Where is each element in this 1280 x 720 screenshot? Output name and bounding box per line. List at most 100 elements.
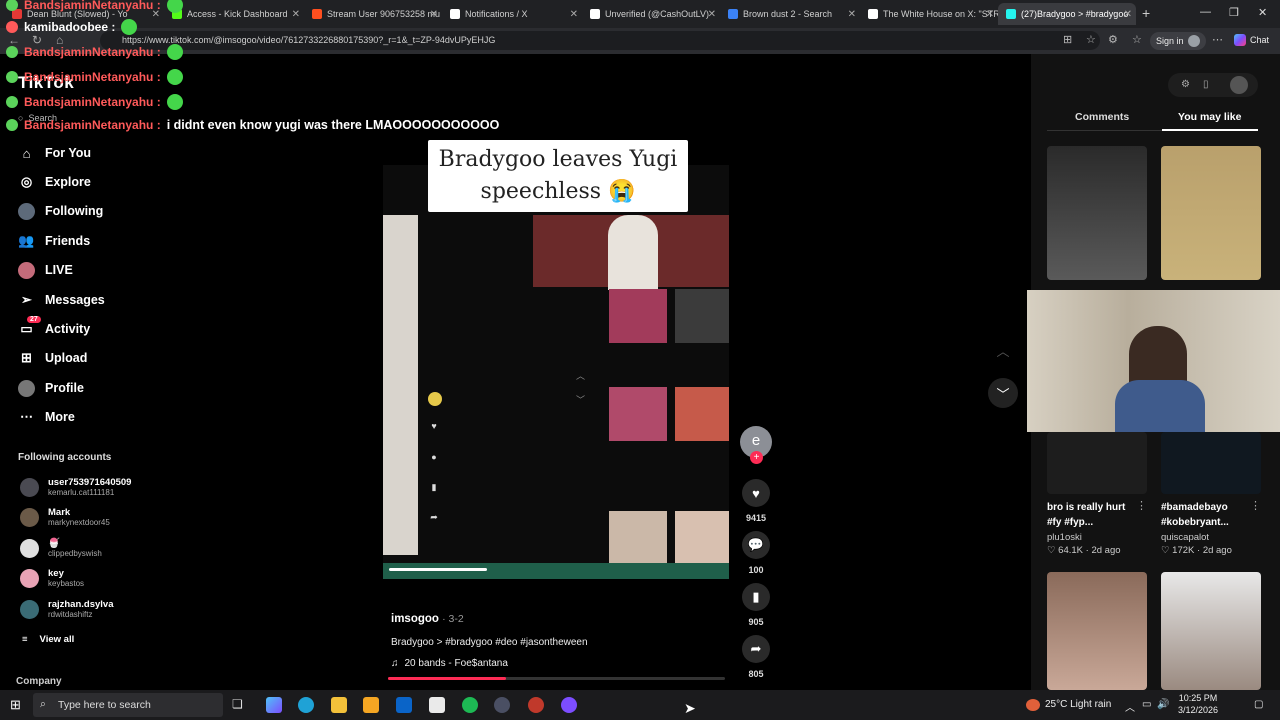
recommended-video-thumbnail[interactable] bbox=[1161, 572, 1261, 690]
share-button[interactable]: ➦ bbox=[742, 635, 770, 663]
chevron-down-icon: ﹀ bbox=[576, 395, 586, 405]
close-window-icon[interactable]: ✕ bbox=[1258, 6, 1267, 19]
notifications-icon[interactable]: ▢ bbox=[1254, 699, 1263, 710]
following-account[interactable]: key keybastos bbox=[20, 568, 84, 589]
more-options-icon[interactable]: ⋮ bbox=[1136, 499, 1147, 512]
copilot-chat-button[interactable]: Chat bbox=[1234, 34, 1269, 46]
browser-tab[interactable]: Notifications / X ✕ bbox=[442, 3, 582, 25]
sign-in-label: Sign in bbox=[1156, 36, 1184, 46]
view-all-link[interactable]: ≡ View all bbox=[22, 634, 74, 645]
sign-in-button[interactable]: Sign in bbox=[1150, 32, 1206, 50]
tab-comments[interactable]: Comments bbox=[1075, 111, 1129, 123]
recommended-video-thumbnail[interactable] bbox=[1047, 432, 1147, 494]
app-icon[interactable] bbox=[494, 697, 510, 713]
close-tab-icon[interactable]: ✕ bbox=[986, 9, 994, 20]
user-avatar[interactable] bbox=[1230, 76, 1248, 94]
settings-icon[interactable]: ⚙ bbox=[1181, 79, 1190, 90]
nav-following[interactable]: Following bbox=[18, 201, 103, 221]
nav-activity[interactable]: ▭ 27 Activity bbox=[18, 315, 90, 339]
recommended-video-thumbnail[interactable] bbox=[1161, 432, 1261, 494]
phone-icon[interactable]: ▯ bbox=[1203, 79, 1209, 90]
windows-start-icon[interactable]: ⊞ bbox=[10, 697, 21, 713]
browser-tab[interactable]: Stream User 906753258 mu ✕ bbox=[304, 3, 442, 25]
browser-tab[interactable]: The White House on X: "STR ✕ bbox=[860, 3, 998, 25]
save-button[interactable]: ▮ bbox=[742, 583, 770, 611]
more-options-icon[interactable]: ⋮ bbox=[1250, 499, 1261, 512]
address-bar[interactable]: https://www.tiktok.com/@imsogoo/video/76… bbox=[100, 31, 1100, 50]
nav-messages[interactable]: ➢ Messages bbox=[18, 290, 105, 310]
tray-chevron-icon[interactable]: ︿ bbox=[1125, 699, 1135, 714]
card-title[interactable]: #bamadebayo #kobebryant... bbox=[1161, 500, 1253, 530]
file-explorer-icon[interactable] bbox=[331, 697, 347, 713]
music-link[interactable]: ♫ 20 bands - Foe$antana bbox=[391, 658, 508, 669]
mail-icon[interactable] bbox=[396, 697, 412, 713]
edge-icon[interactable] bbox=[298, 697, 314, 713]
recommended-video-thumbnail[interactable] bbox=[1047, 146, 1147, 280]
recommended-video-thumbnail[interactable] bbox=[1161, 146, 1261, 280]
copilot-icon bbox=[1234, 34, 1246, 46]
following-account[interactable]: 🍧 clippedbyswish bbox=[20, 538, 102, 559]
nav-label: Friends bbox=[45, 234, 91, 248]
nav-live[interactable]: LIVE bbox=[18, 260, 73, 280]
spotify-icon[interactable] bbox=[462, 697, 478, 713]
minimize-icon[interactable]: — bbox=[1200, 6, 1211, 18]
browser-tab[interactable]: Brown dust 2 - Search ✕ bbox=[720, 3, 860, 25]
following-account[interactable]: Mark markynextdoor45 bbox=[20, 507, 110, 528]
browser-tab-active[interactable]: (27)Bradygoo > #bradygoo ✕ bbox=[998, 3, 1136, 25]
comment-button[interactable]: 💬 bbox=[742, 531, 770, 559]
nav-profile[interactable]: Profile bbox=[18, 378, 84, 398]
nav-friends[interactable]: 👥 Friends bbox=[18, 231, 90, 251]
nav-explore[interactable]: ◎ Explore bbox=[18, 172, 91, 192]
copilot-icon[interactable] bbox=[266, 697, 282, 713]
favorite-star-icon[interactable]: ☆ bbox=[1086, 33, 1096, 46]
follow-plus-icon[interactable]: + bbox=[750, 451, 763, 464]
following-account[interactable]: user753971640509 kemarlu.cat111181 bbox=[20, 477, 131, 498]
card-title[interactable]: bro is really hurt #fy #fyp... bbox=[1047, 500, 1139, 530]
extensions-icon[interactable]: ⚙ bbox=[1108, 33, 1118, 46]
recommended-video-thumbnail[interactable] bbox=[1047, 572, 1147, 690]
system-clock[interactable]: 10:25 PM 3/12/2026 bbox=[1178, 692, 1218, 716]
notepad-icon[interactable] bbox=[429, 697, 445, 713]
store-icon[interactable] bbox=[363, 697, 379, 713]
more-menu-icon[interactable]: ⋯ bbox=[1212, 33, 1223, 46]
video-description[interactable]: Bradygoo > #bradygoo #deo #jasontheween bbox=[391, 637, 588, 648]
close-tab-icon[interactable]: ✕ bbox=[848, 9, 856, 20]
apps-icon[interactable]: ⊞ bbox=[1063, 33, 1072, 46]
chat-message: BandsjaminNetanyahu : bbox=[6, 94, 183, 110]
account-handle: keybastos bbox=[48, 579, 85, 588]
video-progress-bar[interactable] bbox=[388, 677, 725, 680]
close-tab-icon[interactable]: ✕ bbox=[292, 9, 300, 20]
volume-icon[interactable]: 🔊 bbox=[1157, 699, 1169, 710]
tab-you-may-like[interactable]: You may like bbox=[1178, 111, 1241, 123]
like-button[interactable]: ♥ bbox=[742, 479, 770, 507]
close-tab-icon[interactable]: ✕ bbox=[570, 9, 578, 20]
task-view-icon[interactable]: ❏ bbox=[232, 697, 248, 713]
browser-tab[interactable]: Access - Kick Dashboard ✕ bbox=[164, 3, 304, 25]
close-tab-icon[interactable]: ✕ bbox=[430, 9, 438, 20]
close-tab-icon[interactable]: ✕ bbox=[1124, 9, 1132, 20]
creator-avatar[interactable]: e + bbox=[740, 426, 772, 464]
nav-upload[interactable]: ⊞ Upload bbox=[18, 348, 87, 368]
taskbar-search[interactable]: ⌕ Type here to search bbox=[33, 693, 223, 717]
video-author[interactable]: imsogoo · 3-2 bbox=[391, 613, 464, 625]
nav-label: LIVE bbox=[45, 263, 73, 277]
card-username[interactable]: plu1oski bbox=[1047, 532, 1082, 543]
close-tab-icon[interactable]: ✕ bbox=[708, 9, 716, 20]
new-tab-icon[interactable]: + bbox=[1142, 5, 1150, 21]
weather-icon[interactable] bbox=[1026, 699, 1040, 711]
browser-tab[interactable]: Unverified (@CashOutLV) ✕ bbox=[582, 3, 720, 25]
company-link[interactable]: Company bbox=[16, 676, 62, 687]
next-video-button[interactable]: ﹀ bbox=[988, 378, 1018, 408]
obs-icon[interactable] bbox=[528, 697, 544, 713]
discord-icon[interactable] bbox=[561, 697, 577, 713]
previous-video-button[interactable]: ︿ bbox=[988, 335, 1018, 365]
battery-icon[interactable]: ▭ bbox=[1142, 699, 1151, 710]
account-handle: clippedbyswish bbox=[48, 549, 102, 558]
nav-for-you[interactable]: ⌂ For You bbox=[18, 143, 92, 163]
following-account[interactable]: rajzhan.dsylva rdwitdashiftz bbox=[20, 599, 113, 620]
favorites-icon[interactable]: ☆ bbox=[1132, 33, 1142, 46]
restore-icon[interactable]: ❐ bbox=[1229, 6, 1239, 19]
weather-text[interactable]: 25°C Light rain bbox=[1045, 699, 1111, 710]
nav-more[interactable]: ⋯ More bbox=[18, 407, 75, 427]
card-username[interactable]: quiscapalot bbox=[1161, 532, 1209, 543]
